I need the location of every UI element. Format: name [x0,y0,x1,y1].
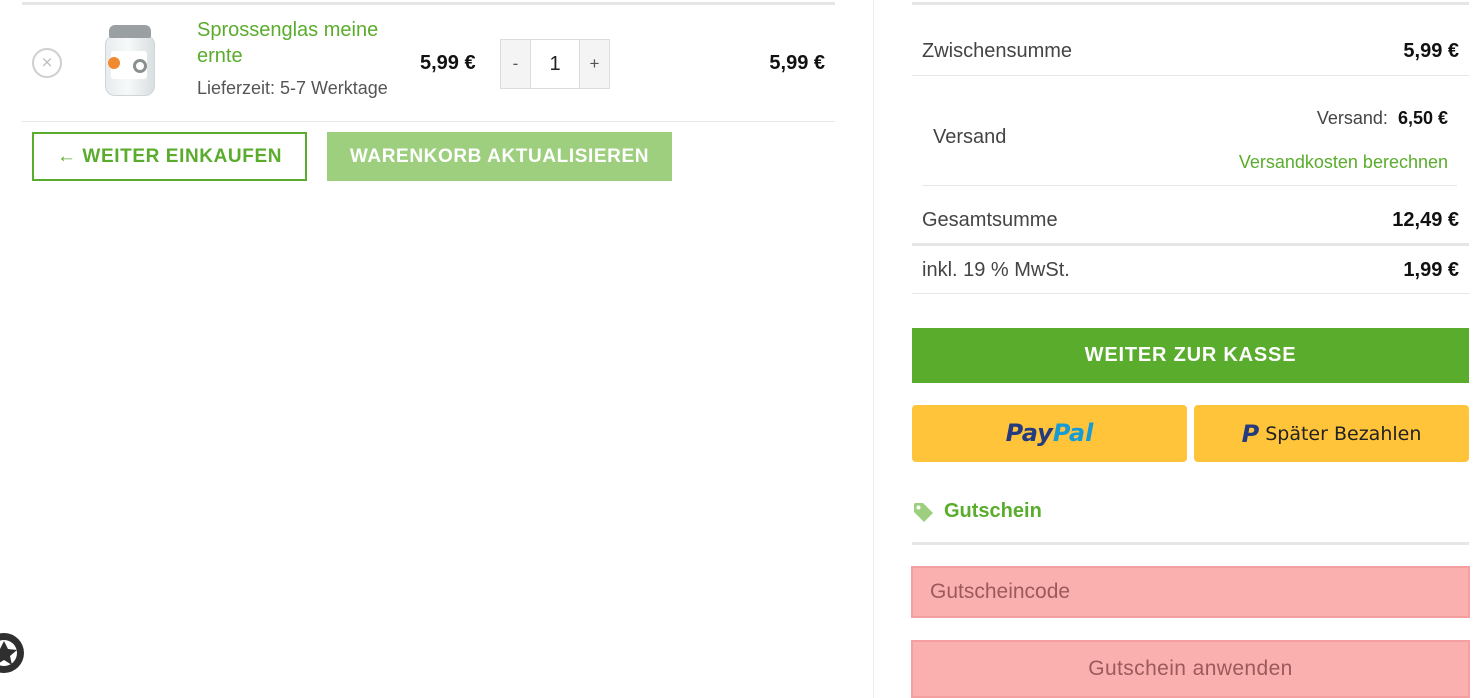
product-name-link[interactable]: Sprossenglas meine ernte [197,17,412,69]
shipping-value: 6,50 € [1397,108,1448,128]
shipping-calculator-link[interactable]: Versandkosten berechnen [1239,152,1448,173]
total-value: 12,49 € [1392,209,1459,231]
quantity-stepper: - 1 + [500,39,610,89]
delivery-time: Lieferzeit: 5-7 Werktage [197,78,388,98]
row-divider [912,293,1469,294]
total-label: Gesamtsumme [922,209,1058,231]
coupon-toggle[interactable]: Gutschein [912,500,1042,523]
coupon-title: Gutschein [944,500,1042,522]
line-total: 5,99 € [769,52,825,74]
unit-price: 5,99 € [420,52,476,74]
coupon-divider [912,542,1469,545]
pay-later-label: Später Bezahlen [1265,422,1422,445]
continue-shopping-button[interactable]: ← WEITER EINKAUFEN [32,132,307,181]
row-divider [912,243,1469,246]
paypal-button[interactable]: PayPal [912,405,1187,462]
close-icon: × [40,53,54,71]
column-divider [873,0,874,698]
product-thumbnail[interactable] [82,19,178,103]
remove-item-button[interactable]: × [32,48,62,78]
totals-top-divider [912,2,1469,5]
trust-badge-icon[interactable] [0,622,32,682]
paypal-p-icon: P [1241,419,1260,448]
shipping-row: Versand Versand: 6,50 € Versandkosten be… [922,76,1459,186]
proceed-to-checkout-button[interactable]: WEITER ZUR KASSE [912,328,1469,383]
subtotal-label: Zwischensumme [922,40,1073,62]
cart-item-row: × Sprossenglas meine ernte Lieferzeit: 5… [22,5,835,122]
pay-later-button[interactable]: P Später Bezahlen [1194,405,1469,462]
subtotal-value: 5,99 € [1403,40,1459,62]
tag-icon [914,502,933,522]
shipping-label: Versand [933,126,1007,148]
apply-coupon-button[interactable]: Gutschein anwenden [911,640,1470,698]
coupon-code-input[interactable]: Gutscheincode [911,566,1470,618]
quantity-minus-button[interactable]: - [501,40,530,88]
update-cart-button[interactable]: WARENKORB AKTUALISIEREN [327,132,672,181]
paypal-logo: PayPal [1005,419,1094,447]
quantity-plus-button[interactable]: + [580,40,609,88]
quantity-input[interactable]: 1 [530,40,580,88]
tax-value: 1,99 € [1403,259,1459,281]
sprout-jar-image [103,25,157,97]
row-divider [922,185,1457,186]
tax-label: inkl. 19 % MwSt. [922,259,1070,281]
shipping-method: Versand: 6,50 € [1316,108,1448,128]
